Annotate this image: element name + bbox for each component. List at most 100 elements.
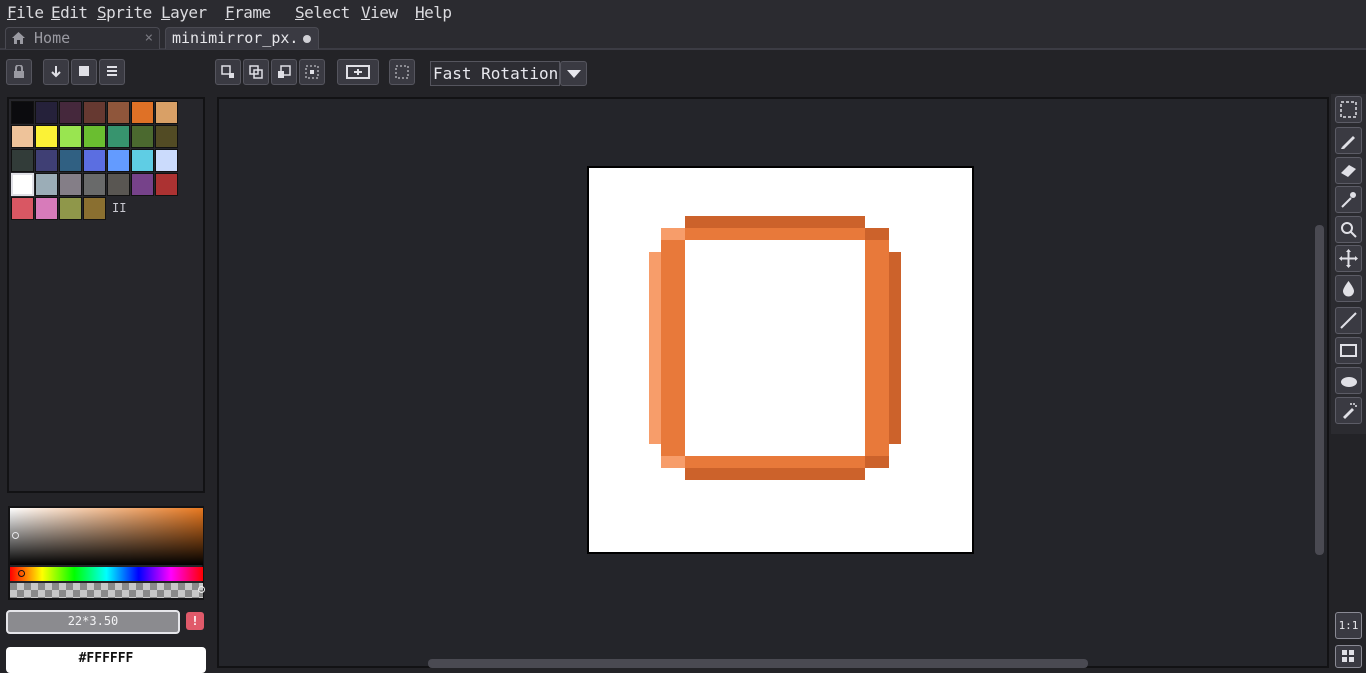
sprite-right-outer bbox=[889, 252, 901, 444]
sprite-bottom-left-corner bbox=[661, 456, 685, 468]
stop-icon[interactable] bbox=[71, 59, 97, 85]
palette-swatch[interactable] bbox=[59, 173, 82, 196]
menu-select[interactable]: Select bbox=[295, 3, 350, 22]
palette-swatch[interactable] bbox=[35, 173, 58, 196]
sprite-top-left-corner bbox=[661, 228, 685, 240]
palette-swatch[interactable] bbox=[83, 173, 106, 196]
line-icon[interactable] bbox=[1335, 307, 1362, 334]
menu-edit[interactable]: Edit bbox=[51, 3, 88, 22]
palette-more-icon[interactable]: II bbox=[112, 201, 126, 215]
alpha-slider[interactable] bbox=[10, 583, 203, 598]
sprite-left-inner bbox=[661, 240, 685, 456]
paint-bucket-icon[interactable] bbox=[1335, 275, 1362, 302]
palette-swatch[interactable] bbox=[107, 173, 130, 196]
download-icon[interactable] bbox=[43, 59, 69, 85]
blur-icon[interactable] bbox=[1335, 367, 1362, 394]
palette-swatch[interactable] bbox=[155, 149, 178, 172]
palette-swatch[interactable] bbox=[59, 197, 82, 220]
sprite-right-inner bbox=[865, 240, 889, 456]
palette-swatch[interactable] bbox=[83, 197, 106, 220]
rectangular-marquee-icon[interactable] bbox=[1335, 96, 1362, 123]
vertical-scrollbar[interactable] bbox=[1315, 225, 1324, 555]
alpha-cursor[interactable] bbox=[198, 586, 205, 593]
palette-swatch[interactable] bbox=[11, 197, 34, 220]
tab-sprite-file[interactable]: minimirror_px. bbox=[165, 27, 319, 49]
menu-bar: File Edit Sprite Layer Frame Select View… bbox=[0, 0, 1366, 26]
palette-swatch[interactable] bbox=[59, 125, 82, 148]
palette-swatch[interactable] bbox=[131, 125, 154, 148]
palette-swatch[interactable] bbox=[11, 149, 34, 172]
eraser-icon[interactable] bbox=[1335, 157, 1362, 184]
palette-swatch[interactable] bbox=[131, 149, 154, 172]
palette-swatch[interactable] bbox=[131, 173, 154, 196]
palette-swatch[interactable] bbox=[107, 149, 130, 172]
sprite-top-right-corner bbox=[865, 228, 889, 240]
palette-swatch[interactable] bbox=[11, 125, 34, 148]
tab-bar: Home × minimirror_px. bbox=[0, 26, 1366, 50]
menu-file[interactable]: File bbox=[7, 3, 44, 22]
color-value-field[interactable]: 22*3.50 bbox=[6, 610, 180, 634]
sv-cursor[interactable] bbox=[12, 532, 19, 539]
zoom-icon[interactable] bbox=[1335, 216, 1362, 243]
horizontal-scrollbar[interactable] bbox=[428, 659, 1088, 668]
hue-slider[interactable] bbox=[10, 567, 203, 581]
warning-icon[interactable]: ! bbox=[186, 612, 204, 630]
sprite-canvas[interactable] bbox=[587, 166, 974, 554]
sprite-left-outer bbox=[649, 252, 661, 444]
menu-layer[interactable]: Layer bbox=[161, 3, 207, 22]
palette-swatch[interactable] bbox=[107, 101, 130, 124]
tab-home[interactable]: Home × bbox=[5, 27, 160, 49]
palette-swatch[interactable] bbox=[11, 101, 34, 124]
palette-swatch[interactable] bbox=[35, 125, 58, 148]
saturation-value-area[interactable] bbox=[10, 508, 203, 565]
sprite-top-inner bbox=[685, 228, 865, 240]
palette-swatch[interactable] bbox=[83, 125, 106, 148]
transform-icon[interactable] bbox=[271, 59, 297, 85]
dropdown-arrow-icon[interactable] bbox=[560, 61, 587, 86]
sprite-bottom-inner bbox=[685, 456, 865, 468]
menu-icon[interactable] bbox=[99, 59, 125, 85]
lock-icon[interactable] bbox=[6, 59, 32, 85]
pencil-icon[interactable] bbox=[1335, 127, 1362, 154]
hue-cursor[interactable] bbox=[18, 570, 25, 577]
spray-icon[interactable] bbox=[1335, 397, 1362, 424]
menu-view[interactable]: View bbox=[361, 3, 398, 22]
rotation-algorithm-select[interactable]: Fast Rotation bbox=[430, 61, 560, 86]
palette-swatch[interactable] bbox=[83, 101, 106, 124]
hex-color-field[interactable]: #FFFFFF bbox=[6, 647, 206, 673]
palette-swatch[interactable] bbox=[35, 101, 58, 124]
close-icon[interactable]: × bbox=[145, 28, 153, 49]
sprite-artwork bbox=[649, 216, 901, 480]
select-pixels-icon[interactable] bbox=[299, 59, 325, 85]
menu-help[interactable]: Help bbox=[415, 3, 452, 22]
tab-home-label: Home bbox=[34, 29, 71, 47]
palette-swatch[interactable] bbox=[155, 125, 178, 148]
pixel-ratio-button[interactable]: 1:1 bbox=[1335, 612, 1362, 639]
fit-screen-icon[interactable] bbox=[337, 59, 379, 85]
palette-swatch[interactable] bbox=[131, 101, 154, 124]
duplicate-icon[interactable] bbox=[215, 59, 241, 85]
sprite-bottom-edge bbox=[685, 468, 865, 480]
tab-file-label: minimirror_px. bbox=[172, 29, 299, 47]
palette-swatch[interactable] bbox=[35, 197, 58, 220]
sprite-top-edge bbox=[685, 216, 865, 228]
home-icon bbox=[12, 32, 25, 44]
palette-swatch[interactable] bbox=[35, 149, 58, 172]
rectangle-icon[interactable] bbox=[1335, 337, 1362, 364]
palette-swatch[interactable] bbox=[155, 101, 178, 124]
grid-icon[interactable] bbox=[1335, 645, 1362, 668]
sprite-bottom-right-corner bbox=[865, 456, 889, 468]
palette-swatch[interactable] bbox=[11, 173, 34, 196]
palette-swatch[interactable] bbox=[83, 149, 106, 172]
menu-sprite[interactable]: Sprite bbox=[97, 3, 152, 22]
eyedropper-icon[interactable] bbox=[1335, 186, 1362, 213]
palette-swatch[interactable] bbox=[59, 101, 82, 124]
palette-swatch[interactable] bbox=[155, 173, 178, 196]
unsaved-dot-icon[interactable] bbox=[303, 35, 311, 43]
marquee-icon[interactable] bbox=[389, 59, 415, 85]
move-icon[interactable] bbox=[1335, 245, 1362, 272]
palette-swatch[interactable] bbox=[107, 125, 130, 148]
menu-frame[interactable]: Frame bbox=[225, 3, 271, 22]
palette-swatch[interactable] bbox=[59, 149, 82, 172]
copy-icon[interactable] bbox=[243, 59, 269, 85]
